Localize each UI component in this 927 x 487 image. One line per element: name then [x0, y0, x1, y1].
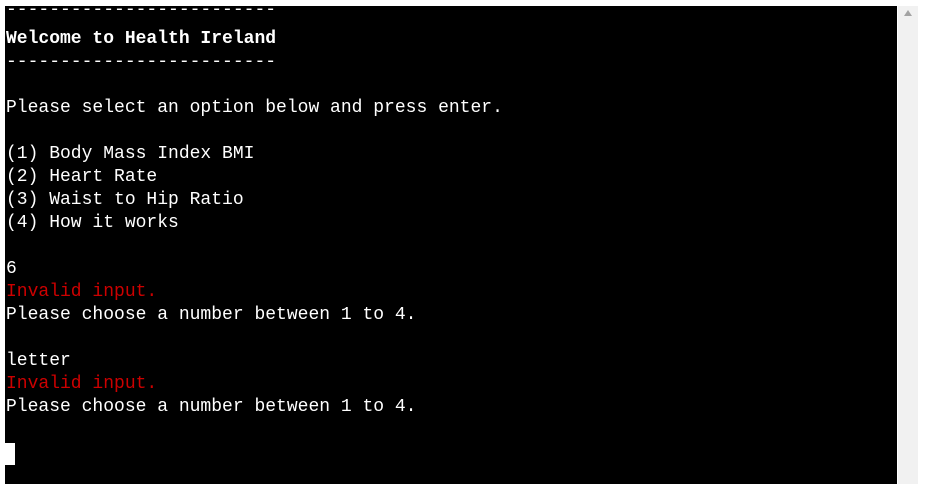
scroll-up-button[interactable] — [898, 9, 918, 23]
menu-option-heart-rate: (2) Heart Rate — [6, 167, 158, 187]
terminal[interactable]: ------------------------- Welcome to Hea… — [5, 6, 897, 484]
user-input: letter — [6, 351, 71, 371]
menu-option-how-it-works: (4) How it works — [6, 213, 179, 233]
text-cursor[interactable] — [5, 443, 15, 465]
vertical-scrollbar[interactable] — [898, 6, 918, 484]
help-message: Please choose a number between 1 to 4. — [6, 305, 417, 325]
menu-prompt: Please select an option below and press … — [6, 98, 503, 118]
welcome-title: Welcome to Health Ireland — [6, 29, 277, 49]
app-window: ------------------------- Welcome to Hea… — [0, 0, 927, 487]
menu-option-bmi: (1) Body Mass Index BMI — [6, 144, 255, 164]
error-message: Invalid input. — [6, 374, 158, 394]
user-input: 6 — [6, 259, 17, 279]
error-message: Invalid input. — [6, 282, 158, 302]
triangle-up-icon — [904, 10, 912, 16]
menu-option-waist-hip: (3) Waist to Hip Ratio — [6, 190, 244, 210]
rule-bottom: ------------------------- — [6, 52, 277, 72]
help-message: Please choose a number between 1 to 4. — [6, 397, 417, 417]
rule-top: ------------------------- — [6, 6, 277, 20]
